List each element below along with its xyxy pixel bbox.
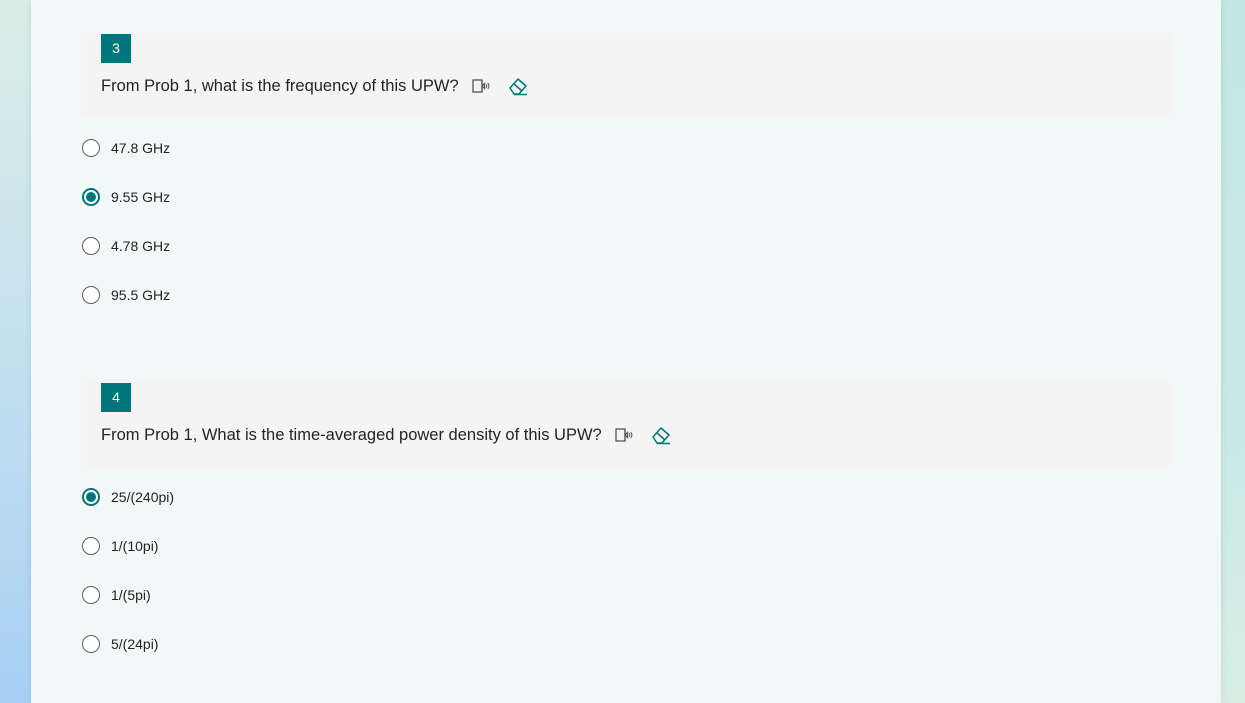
immersive-reader-icon[interactable] (614, 425, 634, 445)
radio-button[interactable] (82, 635, 100, 653)
option-9-55-ghz[interactable]: 9.55 GHz (82, 186, 170, 208)
question-4: 4 From Prob 1, What is the time-averaged… (81, 382, 1170, 653)
radio-button[interactable] (82, 139, 100, 157)
question-3: 3 From Prob 1, what is the frequency of … (81, 33, 1170, 304)
option-label: 1/(10pi) (111, 538, 159, 554)
question-number-badge: 4 (101, 383, 131, 412)
radio-button[interactable] (82, 237, 100, 255)
background-edge (1221, 0, 1245, 703)
option-label: 95.5 GHz (111, 287, 171, 303)
question-title: From Prob 1, What is the time-averaged p… (101, 425, 602, 444)
form-card: 3 From Prob 1, what is the frequency of … (31, 0, 1221, 703)
radio-button[interactable] (82, 586, 100, 604)
question-title-row: From Prob 1, what is the frequency of th… (101, 76, 527, 96)
eraser-icon[interactable] (507, 76, 527, 96)
radio-button-selected[interactable] (82, 188, 100, 206)
option-25-240pi[interactable]: 25/(240pi) (82, 486, 174, 508)
option-1-5pi[interactable]: 1/(5pi) (82, 584, 151, 606)
option-95-5-ghz[interactable]: 95.5 GHz (82, 284, 170, 306)
option-label: 4.78 GHz (111, 238, 171, 254)
eraser-icon[interactable] (650, 425, 670, 445)
option-label: 5/(24pi) (111, 636, 159, 652)
radio-button[interactable] (82, 286, 100, 304)
radio-button-selected[interactable] (82, 488, 100, 506)
radio-button[interactable] (82, 537, 100, 555)
option-4-78-ghz[interactable]: 4.78 GHz (82, 235, 170, 257)
question-title: From Prob 1, what is the frequency of th… (101, 76, 459, 95)
option-5-24pi[interactable]: 5/(24pi) (82, 633, 158, 655)
option-label: 9.55 GHz (111, 189, 171, 205)
option-1-10pi[interactable]: 1/(10pi) (82, 535, 158, 557)
question-title-row: From Prob 1, What is the time-averaged p… (101, 425, 670, 445)
option-label: 25/(240pi) (111, 489, 175, 505)
immersive-reader-icon[interactable] (471, 76, 491, 96)
option-label: 1/(5pi) (111, 587, 151, 603)
question-header: 4 From Prob 1, What is the time-averaged… (81, 382, 1170, 466)
question-number-badge: 3 (101, 34, 131, 63)
option-label: 47.8 GHz (111, 140, 171, 156)
question-header: 3 From Prob 1, what is the frequency of … (81, 33, 1170, 117)
option-47-8-ghz[interactable]: 47.8 GHz (82, 137, 170, 159)
